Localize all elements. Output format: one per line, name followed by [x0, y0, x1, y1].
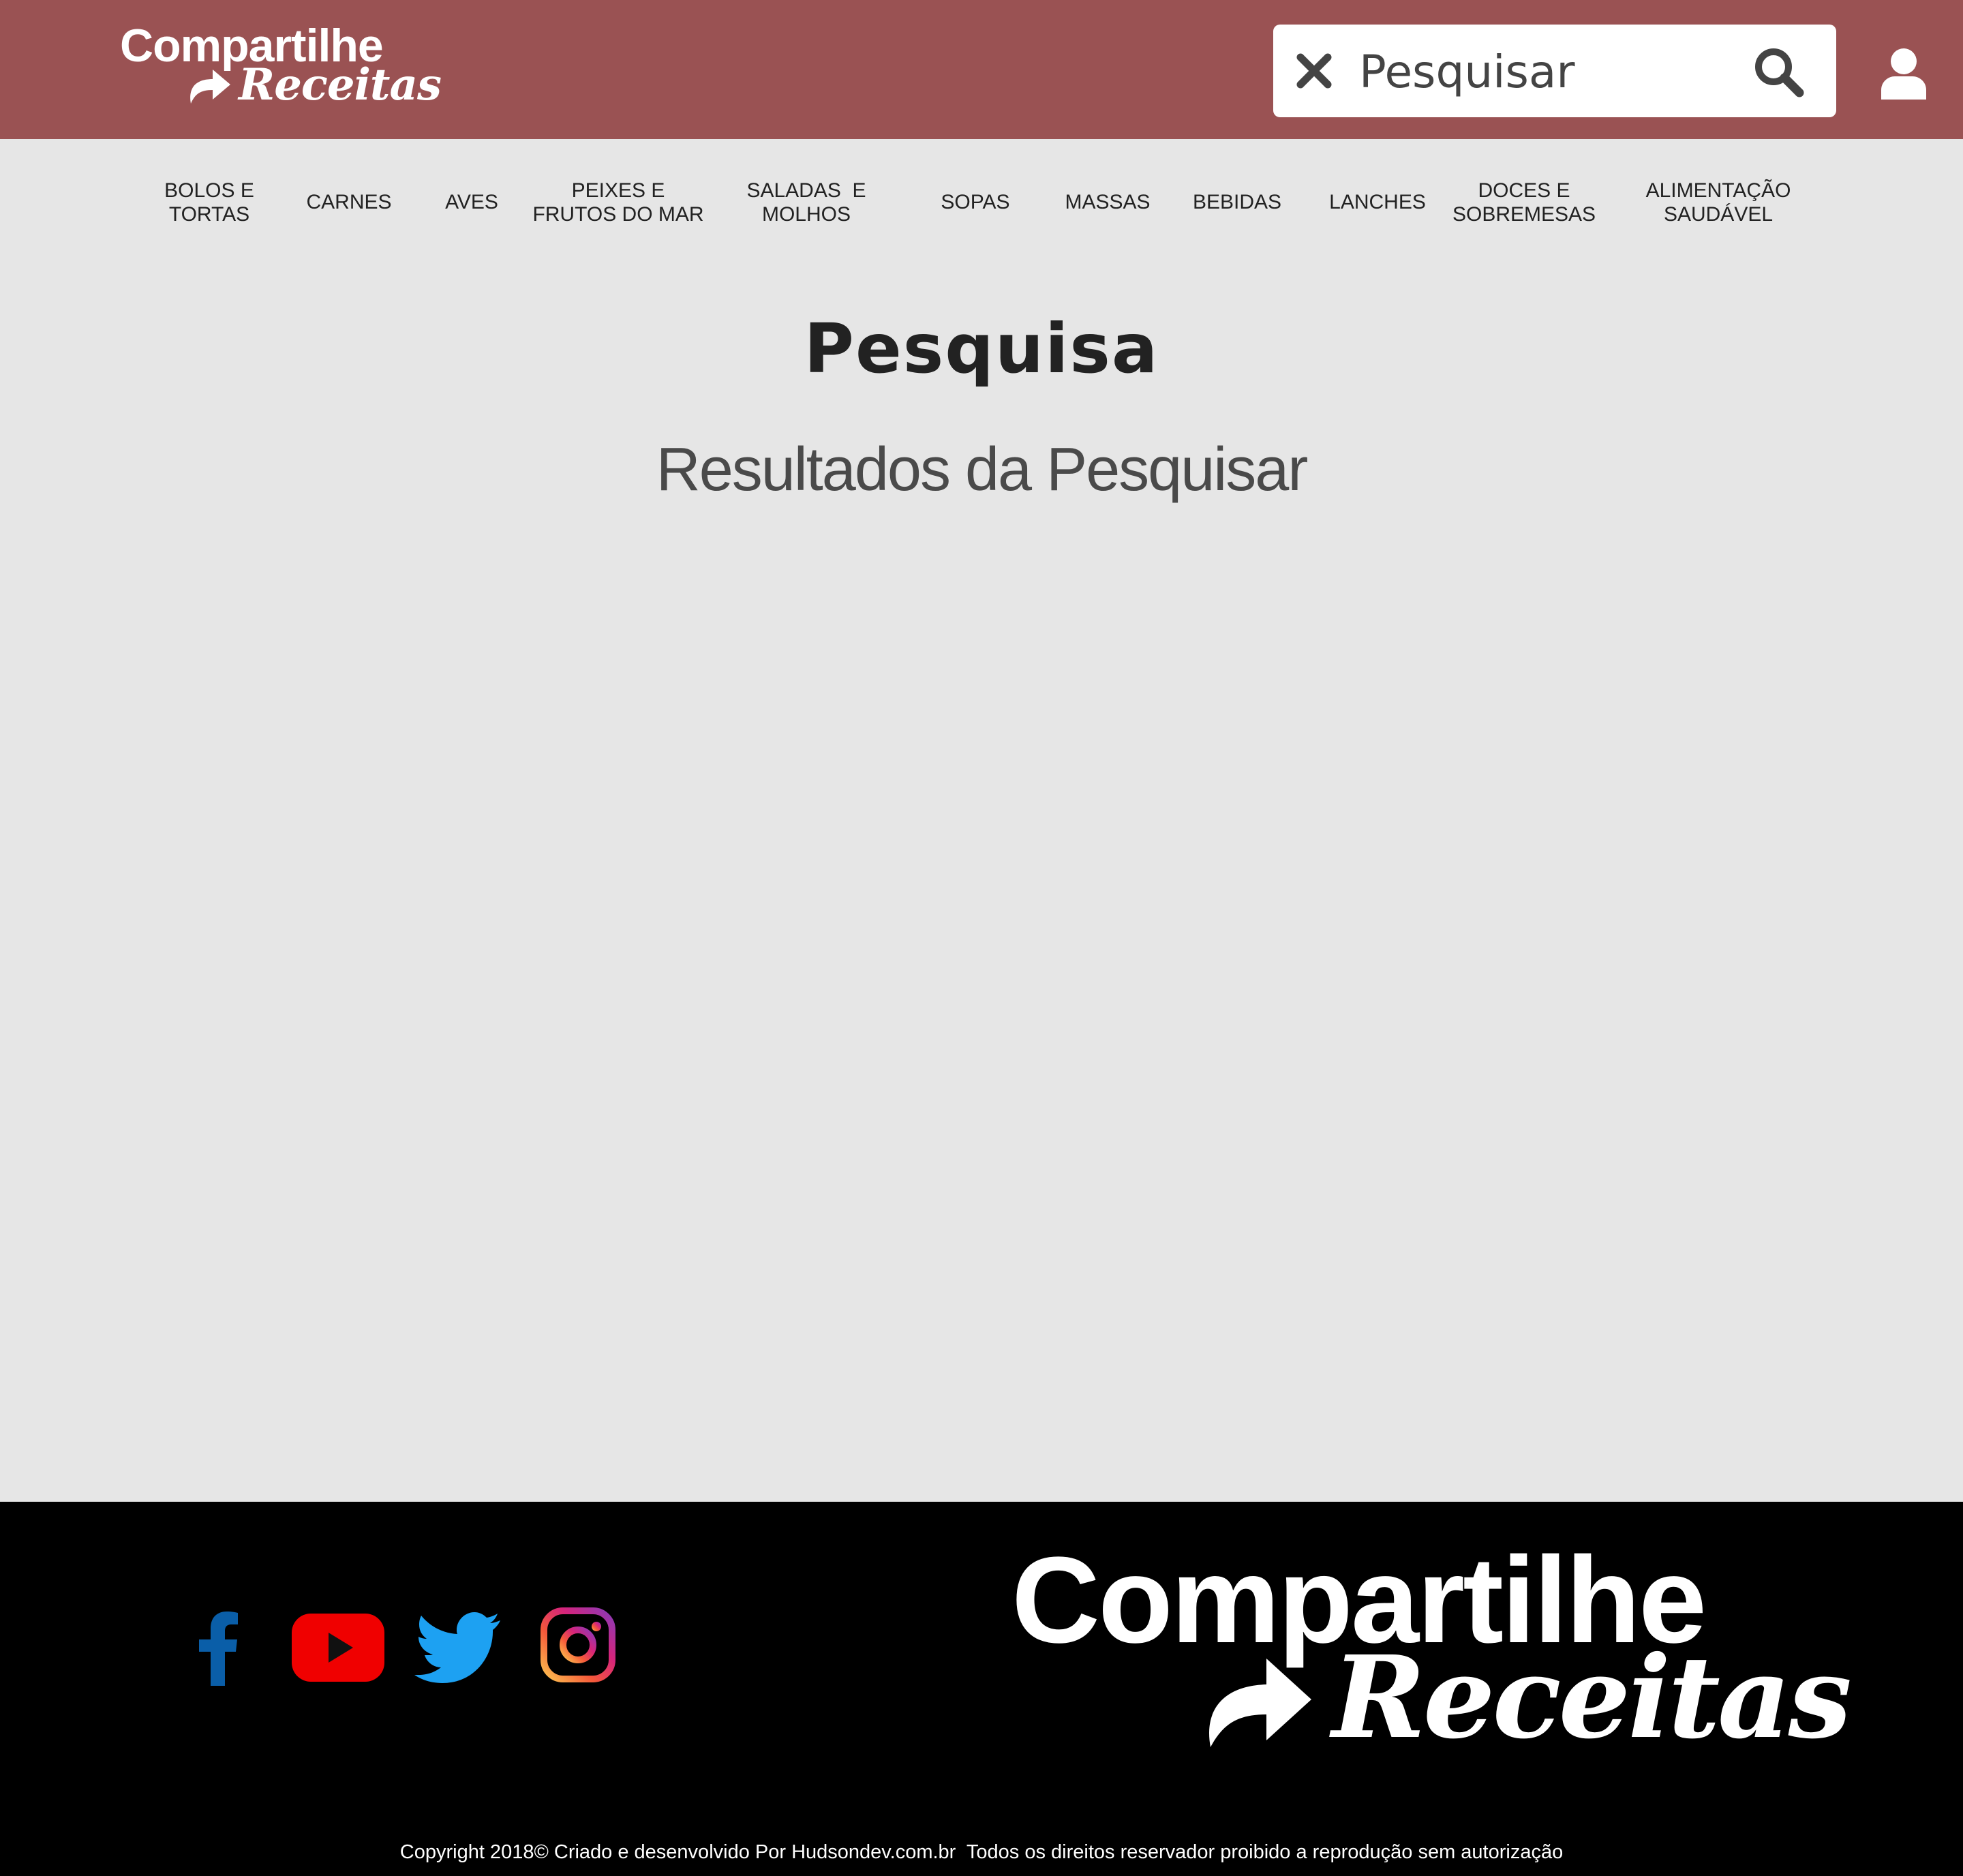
share-arrow-icon [1209, 1659, 1311, 1747]
nav-item-peixes-frutos-mar[interactable]: Peixes e Frutos do Mar [532, 179, 703, 226]
category-nav: Bolos e Tortas Carnes Aves Peixes e Frut… [0, 139, 1963, 262]
nav-item-sopas[interactable]: Sopas [941, 190, 1009, 214]
nav-item-doces-sobremesas[interactable]: Doces e Sobremesas [1452, 179, 1596, 226]
close-icon[interactable] [1294, 50, 1335, 91]
page-title: Pesquisa [804, 309, 1159, 389]
results-heading: Resultados da Pesquisar [656, 436, 1309, 504]
site-logo[interactable]: Compartilhe Receitas [120, 20, 442, 109]
search-icon[interactable] [1752, 45, 1806, 100]
facebook-icon[interactable] [198, 1611, 239, 1686]
nav-item-massas[interactable]: Massas [1065, 190, 1150, 214]
nav-item-alimentacao-saudavel[interactable]: Alimentação Saudável [1646, 179, 1791, 226]
share-arrow-icon [190, 70, 230, 104]
nav-item-aves[interactable]: Aves [445, 190, 498, 214]
top-header: Compartilhe Receitas [0, 0, 1963, 139]
logo-line-2: Receitas [239, 59, 442, 110]
nav-item-lanches[interactable]: Lanches [1329, 190, 1426, 214]
nav-item-bolos-tortas[interactable]: Bolos e Tortas [164, 179, 254, 226]
nav-item-bebidas[interactable]: Bebidas [1193, 190, 1281, 214]
user-icon[interactable] [1878, 48, 1929, 100]
site-footer: Compartilhe Receitas Copyright 2018© Cri… [0, 1502, 1963, 1876]
youtube-icon[interactable] [292, 1614, 384, 1682]
search-bar [1273, 25, 1836, 117]
search-input[interactable] [1358, 37, 1647, 106]
nav-item-saladas-molhos[interactable]: Saladas e Molhos [746, 179, 866, 226]
nav-item-carnes[interactable]: Carnes [306, 190, 391, 214]
instagram-icon[interactable] [540, 1607, 616, 1683]
footer-logo: Compartilhe Receitas [1011, 1536, 1852, 1768]
footer-logo-line-2: Receitas [1332, 1631, 1852, 1764]
copyright-text: Copyright 2018© Criado e desenvolvido Po… [399, 1841, 1564, 1863]
twitter-icon[interactable] [413, 1611, 502, 1684]
